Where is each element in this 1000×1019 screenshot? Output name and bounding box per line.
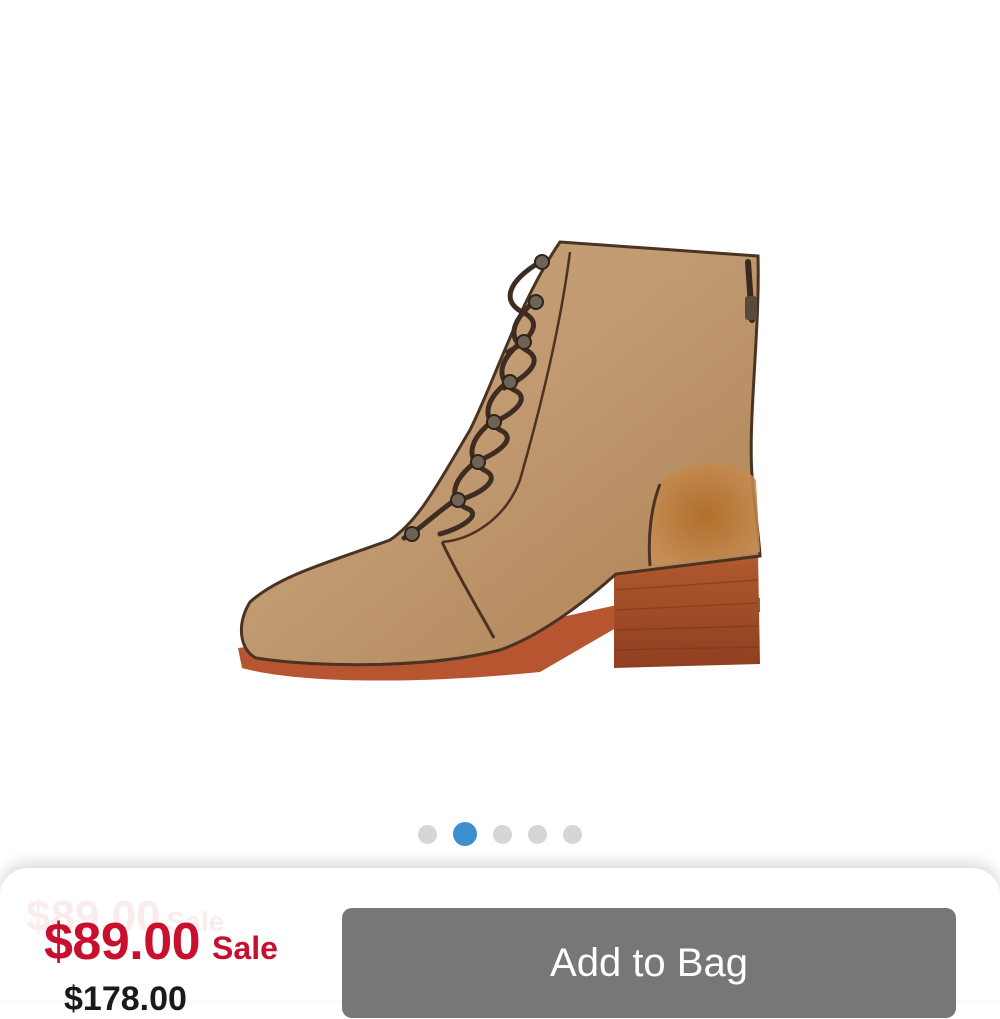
sale-price: $89.00 [44, 913, 201, 971]
pagination-dot[interactable] [418, 824, 437, 844]
product-image[interactable] [0, 0, 1000, 820]
pagination-dot-active[interactable] [453, 822, 477, 846]
sale-label: Sale [212, 930, 278, 966]
product-image-gallery[interactable] [0, 0, 1000, 860]
price-row: $89.00 Sale [44, 912, 278, 972]
pagination-dot[interactable] [493, 824, 512, 844]
pagination-dot[interactable] [528, 824, 547, 844]
pagination-dot[interactable] [563, 824, 582, 844]
purchase-bar: $89.00 Sale $89.00 Sale $178.00 Add to Ba… [0, 868, 1000, 1018]
add-to-bag-button[interactable]: Add to Bag [342, 908, 956, 1018]
image-pagination-dots[interactable] [0, 822, 1000, 846]
